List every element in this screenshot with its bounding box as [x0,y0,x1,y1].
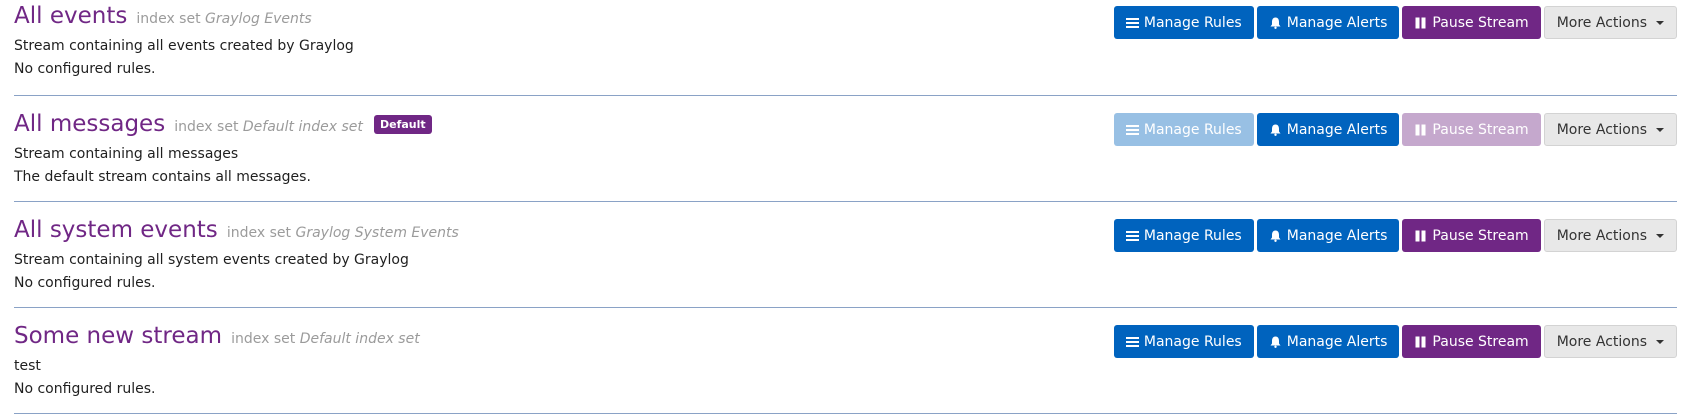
stream-title-link[interactable]: All messages [14,111,165,137]
caret-down-icon [1656,339,1664,344]
pause-icon [1415,124,1426,135]
index-set-label: index set Graylog Events [136,11,311,27]
manage-alerts-button[interactable]: Manage Alerts [1256,325,1400,358]
stream-rules-summary: No configured rules. [14,275,156,291]
index-set-name: Graylog Events [205,11,312,27]
stream-rules-summary: No configured rules. [14,61,156,77]
index-set-prefix: index set [136,11,201,27]
manage-alerts-label: Manage Alerts [1286,227,1388,244]
index-set-name: Default index set [242,119,363,135]
pause-stream-label: Pause Stream [1432,121,1529,138]
more-actions-label: More Actions [1556,121,1647,138]
more-actions-dropdown[interactable]: More Actions [1543,113,1677,146]
stream-row-all-messages: All messages index set Default index set… [14,96,1677,202]
more-actions-label: More Actions [1556,14,1647,31]
stream-title-link[interactable]: All events [14,3,127,29]
pause-icon [1415,336,1426,347]
stream-actions: Manage Rules Manage Alerts Pause Stream … [1113,113,1677,146]
manage-alerts-button[interactable]: Manage Alerts [1256,113,1400,146]
pause-stream-label: Pause Stream [1432,333,1529,350]
more-actions-dropdown[interactable]: More Actions [1543,219,1677,252]
pause-stream-button[interactable]: Pause Stream [1402,6,1541,39]
pause-stream-label: Pause Stream [1432,227,1529,244]
more-actions-dropdown[interactable]: More Actions [1543,325,1677,358]
index-set-label: index set Default index set [174,119,363,135]
bell-icon [1270,17,1281,29]
default-badge: Default [373,115,432,134]
bell-icon [1270,230,1281,242]
stream-actions: Manage Rules Manage Alerts Pause Stream … [1113,219,1677,252]
manage-rules-label: Manage Rules [1143,227,1242,244]
manage-rules-label: Manage Rules [1143,333,1242,350]
bell-icon [1270,124,1281,136]
manage-rules-button[interactable]: Manage Rules [1113,325,1254,358]
bell-icon [1270,336,1281,348]
pause-stream-button: Pause Stream [1402,113,1541,146]
stream-actions: Manage Rules Manage Alerts Pause Stream … [1113,325,1677,358]
manage-alerts-button[interactable]: Manage Alerts [1256,6,1400,39]
index-set-label: index set Default index set [231,331,420,347]
manage-rules-button[interactable]: Manage Rules [1113,219,1254,252]
stream-header: All system events index set Graylog Syst… [14,217,459,243]
caret-down-icon [1656,233,1664,238]
pause-icon [1415,230,1426,241]
stream-description: Stream containing all messages [14,146,239,162]
stream-description: Stream containing all events created by … [14,38,354,54]
more-actions-dropdown[interactable]: More Actions [1543,6,1677,39]
more-actions-label: More Actions [1556,333,1647,350]
stream-rules-summary: No configured rules. [14,381,156,397]
pause-stream-button[interactable]: Pause Stream [1402,325,1541,358]
index-set-prefix: index set [231,331,296,347]
stream-list: All events index set Graylog Events Stre… [0,0,1680,414]
index-set-name: Default index set [299,331,420,347]
list-icon [1125,17,1139,28]
pause-stream-label: Pause Stream [1432,14,1529,31]
stream-rules-summary: The default stream contains all messages… [14,169,311,185]
index-set-name: Graylog System Events [295,225,459,241]
stream-header: Some new stream index set Default index … [14,323,420,349]
index-set-label: index set Graylog System Events [227,225,459,241]
manage-rules-label: Manage Rules [1143,121,1242,138]
stream-actions: Manage Rules Manage Alerts Pause Stream … [1113,6,1677,39]
pause-stream-button[interactable]: Pause Stream [1402,219,1541,252]
stream-row-all-system-events: All system events index set Graylog Syst… [14,202,1677,308]
manage-alerts-button[interactable]: Manage Alerts [1256,219,1400,252]
pause-icon [1415,17,1426,28]
caret-down-icon [1656,20,1664,25]
stream-row-all-events: All events index set Graylog Events Stre… [14,0,1677,96]
manage-alerts-label: Manage Alerts [1286,14,1388,31]
manage-alerts-label: Manage Alerts [1286,333,1388,350]
stream-title-link[interactable]: Some new stream [14,323,222,349]
stream-header: All messages index set Default index set… [14,111,432,137]
stream-description: Stream containing all system events crea… [14,252,409,268]
list-icon [1125,230,1139,241]
manage-alerts-label: Manage Alerts [1286,121,1388,138]
manage-rules-label: Manage Rules [1143,14,1242,31]
stream-row-some-new-stream: Some new stream index set Default index … [14,308,1677,414]
manage-rules-button[interactable]: Manage Rules [1113,6,1254,39]
list-icon [1125,336,1139,347]
index-set-prefix: index set [226,225,292,241]
index-set-prefix: index set [174,119,239,135]
stream-title-link[interactable]: All system events [14,217,218,243]
manage-rules-button: Manage Rules [1113,113,1254,146]
more-actions-label: More Actions [1556,227,1647,244]
stream-description: test [14,358,41,374]
stream-header: All events index set Graylog Events [14,3,312,29]
list-icon [1125,124,1139,135]
caret-down-icon [1656,127,1664,132]
